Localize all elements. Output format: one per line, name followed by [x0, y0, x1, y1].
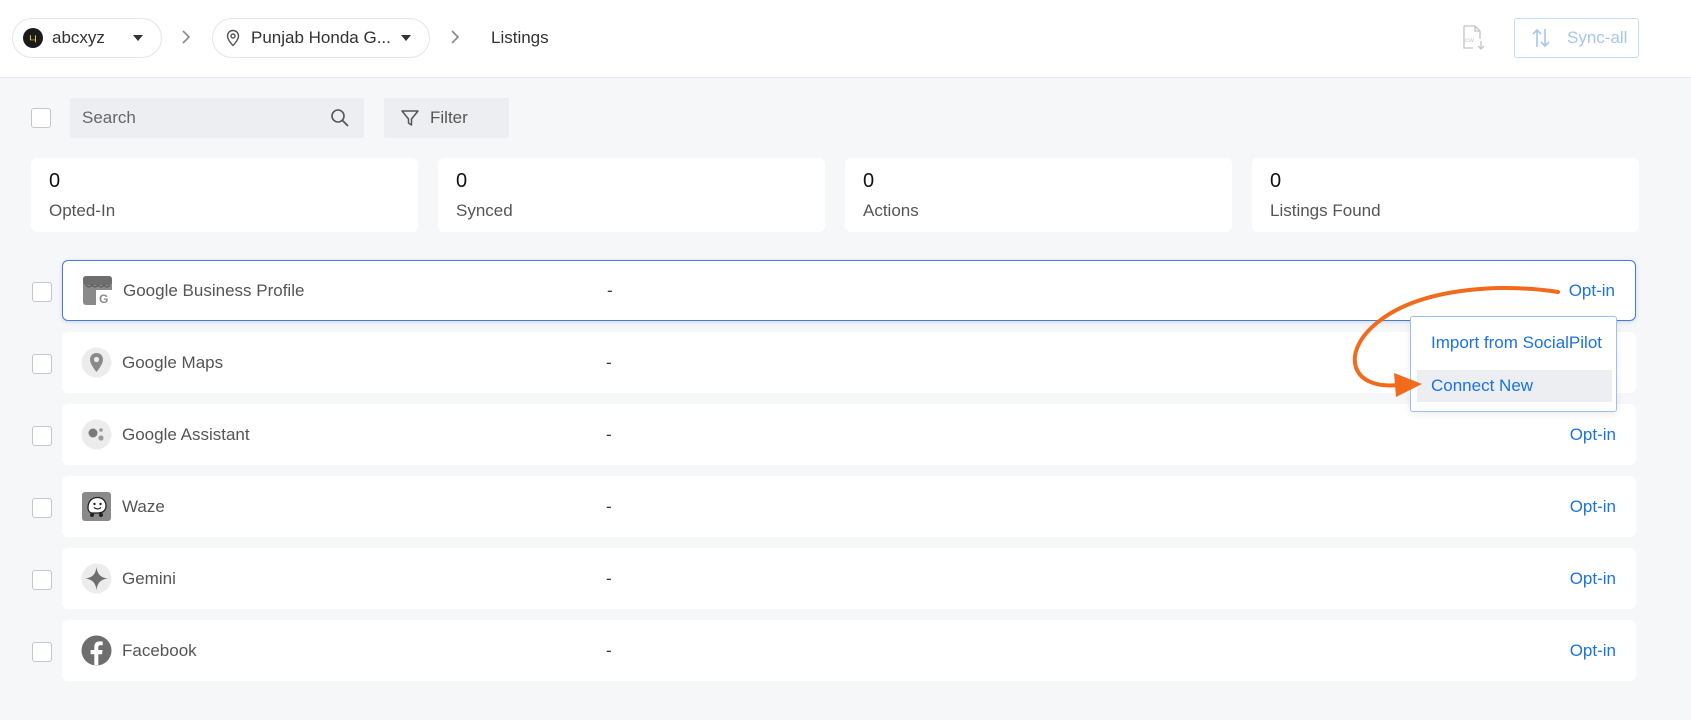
stat-card-synced: 0 Synced	[438, 158, 825, 232]
listing-name: Google Maps	[122, 352, 224, 372]
filter-funnel-icon	[401, 110, 419, 126]
org-selector[interactable]: பு abcxyz	[12, 18, 162, 58]
filter-button[interactable]: Filter	[384, 98, 509, 138]
stat-card-actions: 0 Actions	[845, 158, 1232, 232]
stat-card-listings-found: 0 Listings Found	[1252, 158, 1639, 232]
opt-in-link[interactable]: Opt-in	[1570, 425, 1616, 445]
opt-in-dropdown-menu: Import from SocialPilot Connect New	[1410, 316, 1617, 412]
select-all-checkbox[interactable]	[31, 108, 51, 128]
listing-status: -	[606, 424, 612, 444]
svg-text:G: G	[99, 292, 108, 306]
google-assistant-icon	[81, 419, 112, 450]
opt-in-link[interactable]: Opt-in	[1570, 569, 1616, 589]
chevron-down-icon	[401, 35, 411, 41]
opt-in-link[interactable]: Opt-in	[1570, 641, 1616, 661]
row-checkbox[interactable]	[32, 642, 52, 662]
gemini-icon	[81, 563, 112, 594]
opt-in-link[interactable]: Opt-in	[1569, 281, 1615, 301]
org-name: abcxyz	[52, 28, 105, 47]
location-selector[interactable]: Punjab Honda G...	[212, 18, 430, 58]
row-checkbox[interactable]	[32, 282, 52, 302]
listing-name: Facebook	[122, 640, 197, 660]
listing-row-google-maps[interactable]: Google Maps -	[62, 332, 1636, 393]
listing-status: -	[606, 568, 612, 588]
row-checkbox[interactable]	[32, 354, 52, 374]
listing-row-facebook[interactable]: Facebook - Opt-in	[62, 620, 1636, 681]
search-box	[70, 98, 364, 138]
listing-row-google-business-profile[interactable]: G Google Business Profile - Opt-in	[62, 260, 1636, 321]
listing-name: Google Assistant	[122, 424, 250, 444]
facebook-icon	[81, 635, 112, 666]
breadcrumb-chevron-right-icon	[451, 30, 460, 44]
filter-label: Filter	[430, 108, 468, 127]
row-checkbox[interactable]	[32, 570, 52, 590]
breadcrumb-current-page: Listings	[491, 28, 549, 47]
listing-row-gemini[interactable]: Gemini - Opt-in	[62, 548, 1636, 609]
stat-value: 0	[863, 170, 875, 192]
listing-status: -	[606, 496, 612, 516]
stat-label: Actions	[863, 201, 919, 220]
menu-item-import-from-socialpilot[interactable]: Import from SocialPilot	[1417, 327, 1612, 359]
breadcrumb-chevron-right-icon	[182, 30, 191, 44]
svg-text:csv: csv	[1465, 38, 1474, 44]
listing-status: -	[606, 352, 612, 372]
search-input[interactable]	[82, 108, 330, 128]
listing-name: Google Business Profile	[123, 280, 305, 300]
listing-name: Gemini	[122, 568, 176, 588]
listing-status: -	[607, 280, 613, 300]
stat-card-opted-in: 0 Opted-In	[31, 158, 418, 232]
top-bar: பு abcxyz Punjab Honda G... Listings csv…	[0, 0, 1691, 78]
google-maps-icon	[81, 347, 112, 378]
org-logo-icon: பு	[23, 28, 43, 48]
listing-status: -	[606, 640, 612, 660]
sync-all-label: Sync-all	[1567, 28, 1628, 47]
listing-row-waze[interactable]: Waze - Opt-in	[62, 476, 1636, 537]
stat-value: 0	[1270, 170, 1282, 192]
location-name: Punjab Honda G...	[251, 28, 391, 47]
location-pin-icon	[226, 29, 240, 47]
sync-arrows-icon	[1532, 28, 1550, 48]
row-checkbox[interactable]	[32, 498, 52, 518]
csv-download-icon[interactable]: csv	[1459, 24, 1487, 52]
stat-value: 0	[49, 170, 61, 192]
search-icon[interactable]	[330, 108, 350, 128]
google-business-profile-icon: G	[82, 275, 113, 306]
listing-name: Waze	[122, 496, 165, 516]
chevron-down-icon	[133, 35, 143, 41]
stat-label: Opted-In	[49, 201, 116, 220]
menu-item-connect-new[interactable]: Connect New	[1417, 370, 1612, 402]
opt-in-link[interactable]: Opt-in	[1570, 497, 1616, 517]
stat-label: Synced	[456, 201, 513, 220]
listing-row-google-assistant[interactable]: Google Assistant - Opt-in	[62, 404, 1636, 465]
sync-all-button[interactable]: Sync-all	[1514, 18, 1639, 58]
stat-label: Listings Found	[1270, 201, 1381, 220]
waze-icon	[81, 491, 112, 522]
row-checkbox[interactable]	[32, 426, 52, 446]
stat-value: 0	[456, 170, 468, 192]
